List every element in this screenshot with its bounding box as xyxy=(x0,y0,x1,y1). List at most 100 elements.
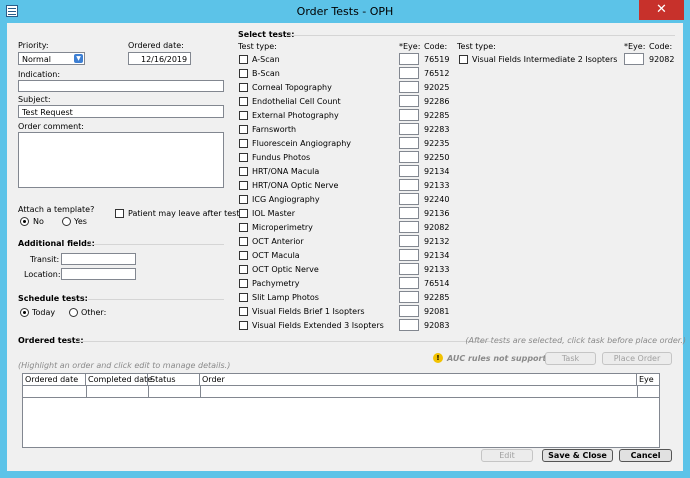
test-checkbox[interactable] xyxy=(239,209,248,218)
eye-header-right: *Eye: xyxy=(624,42,646,51)
test-code: 76519 xyxy=(424,55,450,64)
test-code: 92136 xyxy=(424,209,450,218)
test-checkbox[interactable] xyxy=(239,237,248,246)
test-eye-field[interactable] xyxy=(399,179,419,191)
column-ordered-date[interactable]: Ordered date xyxy=(23,374,86,386)
schedule-other-radio[interactable] xyxy=(69,308,78,317)
eye-header: *Eye: xyxy=(399,42,421,51)
column-status[interactable]: Status xyxy=(148,374,200,386)
test-name: External Photography xyxy=(252,111,339,120)
test-eye-field[interactable] xyxy=(399,319,419,331)
schedule-other-label: Other: xyxy=(81,308,107,317)
select-tests-divider xyxy=(286,35,675,36)
priority-label: Priority: xyxy=(18,41,49,50)
test-name: ICG Angiography xyxy=(252,195,320,204)
edit-button[interactable]: Edit xyxy=(481,449,533,462)
subject-label: Subject: xyxy=(18,95,51,104)
test-checkbox[interactable] xyxy=(459,55,468,64)
test-checkbox[interactable] xyxy=(239,279,248,288)
test-checkbox[interactable] xyxy=(239,223,248,232)
test-checkbox[interactable] xyxy=(239,153,248,162)
test-code: 92286 xyxy=(424,97,450,106)
code-header: Code: xyxy=(424,42,448,51)
column-order[interactable]: Order xyxy=(200,374,637,386)
test-checkbox[interactable] xyxy=(239,265,248,274)
test-checkbox[interactable] xyxy=(239,167,248,176)
test-checkbox[interactable] xyxy=(239,139,248,148)
location-label: Location: xyxy=(24,270,61,279)
test-checkbox[interactable] xyxy=(239,111,248,120)
test-eye-field[interactable] xyxy=(399,221,419,233)
column-completed-date[interactable]: Completed date xyxy=(86,374,152,386)
test-checkbox[interactable] xyxy=(239,251,248,260)
transit-field[interactable] xyxy=(61,253,136,265)
test-eye-field[interactable] xyxy=(399,249,419,261)
test-eye-field[interactable] xyxy=(399,81,419,93)
test-eye-field[interactable] xyxy=(399,291,419,303)
indication-field[interactable] xyxy=(18,80,224,92)
schedule-tests-divider xyxy=(88,299,224,300)
task-button[interactable]: Task xyxy=(545,352,596,365)
test-code: 92250 xyxy=(424,153,450,162)
location-field[interactable] xyxy=(61,268,136,280)
test-checkbox[interactable] xyxy=(239,321,248,330)
manage-details-hint: (Highlight an order and click edit to ma… xyxy=(18,361,231,370)
test-eye-field[interactable] xyxy=(399,137,419,149)
test-checkbox[interactable] xyxy=(239,97,248,106)
test-eye-field[interactable] xyxy=(399,305,419,317)
column-eye[interactable]: Eye xyxy=(637,374,659,386)
test-eye-field[interactable] xyxy=(399,277,419,289)
test-name: OCT Macula xyxy=(252,251,300,260)
order-comment-textarea[interactable] xyxy=(18,132,224,188)
test-code: 92285 xyxy=(424,111,450,120)
test-eye-field[interactable] xyxy=(399,67,419,79)
close-button[interactable]: ✕ xyxy=(639,0,684,20)
cancel-button[interactable]: Cancel xyxy=(619,449,672,462)
test-eye-field[interactable] xyxy=(399,53,419,65)
place-order-button[interactable]: Place Order xyxy=(602,352,672,365)
window-title: Order Tests - OPH xyxy=(296,5,394,18)
test-code: 92081 xyxy=(424,307,450,316)
attach-template-no-radio[interactable] xyxy=(20,217,29,226)
test-checkbox[interactable] xyxy=(239,293,248,302)
schedule-today-radio[interactable] xyxy=(20,308,29,317)
test-checkbox[interactable] xyxy=(239,83,248,92)
attach-template-yes-radio[interactable] xyxy=(62,217,71,226)
subject-field[interactable]: Test Request xyxy=(18,105,224,118)
test-code: 76512 xyxy=(424,69,450,78)
test-eye-field[interactable] xyxy=(399,235,419,247)
schedule-tests-title: Schedule tests: xyxy=(18,294,88,303)
test-eye-field[interactable] xyxy=(399,95,419,107)
save-close-button[interactable]: Save & Close xyxy=(542,449,613,462)
test-checkbox[interactable] xyxy=(239,181,248,190)
chevron-down-icon[interactable]: ▼ xyxy=(74,54,83,63)
title-bar: Order Tests - OPH ✕ xyxy=(0,0,690,23)
test-checkbox[interactable] xyxy=(239,125,248,134)
test-eye-field[interactable] xyxy=(399,109,419,121)
ordered-tests-grid: Ordered date Completed date Status Order… xyxy=(22,373,660,448)
patient-may-leave-checkbox[interactable] xyxy=(115,209,124,218)
transit-label: Transit: xyxy=(30,255,60,264)
test-eye-field[interactable] xyxy=(399,165,419,177)
ordered-date-value: 12/16/2019 xyxy=(141,55,188,64)
indication-label: Indication: xyxy=(18,70,61,79)
test-checkbox[interactable] xyxy=(239,55,248,64)
test-eye-field[interactable] xyxy=(399,193,419,205)
test-name: A-Scan xyxy=(252,55,280,64)
test-eye-field[interactable] xyxy=(399,151,419,163)
attach-template-yes-label: Yes xyxy=(74,217,87,226)
table-row[interactable] xyxy=(23,386,659,398)
test-eye-field[interactable] xyxy=(624,53,644,65)
priority-select[interactable]: Normal ▼ xyxy=(18,52,85,65)
test-eye-field[interactable] xyxy=(399,263,419,275)
test-name: Visual Fields Intermediate 2 Isopters xyxy=(472,55,618,64)
test-name: Corneal Topography xyxy=(252,83,332,92)
test-checkbox[interactable] xyxy=(239,307,248,316)
test-name: Endothelial Cell Count xyxy=(252,97,341,106)
test-eye-field[interactable] xyxy=(399,207,419,219)
ordered-date-field[interactable]: 12/16/2019 xyxy=(128,52,191,65)
test-checkbox[interactable] xyxy=(239,195,248,204)
priority-value: Normal xyxy=(22,55,51,64)
test-checkbox[interactable] xyxy=(239,69,248,78)
test-eye-field[interactable] xyxy=(399,123,419,135)
